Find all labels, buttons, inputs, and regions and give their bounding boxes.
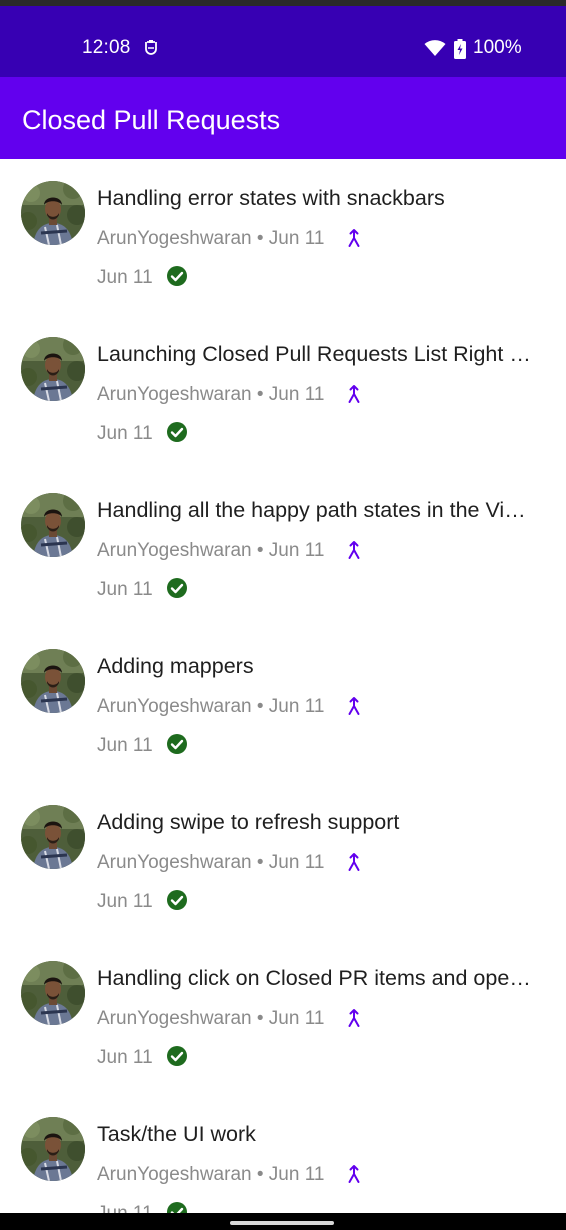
check-circle-icon <box>167 266 187 286</box>
app-bar: Closed Pull Requests <box>0 77 566 159</box>
check-circle-icon <box>167 890 187 910</box>
closed-date: Jun 11 <box>97 1047 153 1068</box>
merge-icon <box>348 853 360 871</box>
closed-date: Jun 11 <box>97 423 153 444</box>
shield-icon <box>145 40 157 55</box>
pull-request-title: Launching Closed Pull Requests List Righ… <box>97 342 531 366</box>
pull-request-item[interactable]: Handling click on Closed PR items and op… <box>0 939 566 1095</box>
closed-date: Jun 11 <box>97 267 153 288</box>
pull-request-title: Handling click on Closed PR items and op… <box>97 966 531 990</box>
status-time: 12:08 <box>82 37 131 58</box>
check-circle-icon <box>167 1202 187 1213</box>
pull-request-author-date: ArunYogeshwaran • Jun 11 <box>97 384 325 405</box>
phone-screen: 12:08 100% Closed Pull Requests Handling… <box>0 0 566 1230</box>
pull-request-title: Adding swipe to refresh support <box>97 810 400 834</box>
pull-request-item[interactable]: Handling error states with snackbars Arun… <box>0 159 566 315</box>
merge-icon <box>348 385 360 403</box>
author-avatar <box>21 181 85 245</box>
pull-request-author-date: ArunYogeshwaran • Jun 11 <box>97 228 325 249</box>
closed-date: Jun 11 <box>97 579 153 600</box>
battery-percentage: 100% <box>473 37 522 58</box>
pull-request-item[interactable]: Adding swipe to refresh support ArunYoges… <box>0 783 566 939</box>
check-circle-icon <box>167 422 187 442</box>
pull-request-title: Handling all the happy path states in th… <box>97 498 531 522</box>
pull-request-author-date: ArunYogeshwaran • Jun 11 <box>97 1164 325 1185</box>
closed-date: Jun 11 <box>97 891 153 912</box>
author-avatar <box>21 961 85 1025</box>
pull-request-title: Task/the UI work <box>97 1122 256 1146</box>
author-avatar <box>21 493 85 557</box>
merge-icon <box>348 541 360 559</box>
pull-request-list[interactable]: Handling error states with snackbars Arun… <box>0 159 566 1213</box>
author-avatar <box>21 1117 85 1181</box>
closed-date: Jun 11 <box>97 735 153 756</box>
pull-request-item[interactable]: Task/the UI work ArunYogeshwaran • Jun 11… <box>0 1095 566 1213</box>
page-title: Closed Pull Requests <box>22 105 281 135</box>
pull-request-title: Adding mappers <box>97 654 254 678</box>
pull-request-item[interactable]: Handling all the happy path states in th… <box>0 471 566 627</box>
author-avatar <box>21 337 85 401</box>
battery-charging-icon <box>454 39 466 59</box>
pull-request-title: Handling error states with snackbars <box>97 186 445 210</box>
wifi-icon <box>424 40 446 56</box>
merge-icon <box>348 229 360 247</box>
check-circle-icon <box>167 578 187 598</box>
pull-request-author-date: ArunYogeshwaran • Jun 11 <box>97 852 325 873</box>
merge-icon <box>348 1009 360 1027</box>
pull-request-item[interactable]: Adding mappers ArunYogeshwaran • Jun 11 Ju… <box>0 627 566 783</box>
home-gesture-handle[interactable] <box>230 1221 334 1225</box>
status-bar: 12:08 100% <box>0 6 566 77</box>
navigation-bar <box>0 1213 566 1230</box>
pull-request-author-date: ArunYogeshwaran • Jun 11 <box>97 540 325 561</box>
author-avatar <box>21 805 85 869</box>
author-avatar <box>21 649 85 713</box>
merge-icon <box>348 697 360 715</box>
pull-request-item[interactable]: Launching Closed Pull Requests List Righ… <box>0 315 566 471</box>
check-circle-icon <box>167 1046 187 1066</box>
closed-date: Jun 11 <box>97 1202 153 1213</box>
merge-icon <box>348 1165 360 1183</box>
check-circle-icon <box>167 734 187 754</box>
pull-request-author-date: ArunYogeshwaran • Jun 11 <box>97 696 325 717</box>
pull-request-author-date: ArunYogeshwaran • Jun 11 <box>97 1008 325 1029</box>
